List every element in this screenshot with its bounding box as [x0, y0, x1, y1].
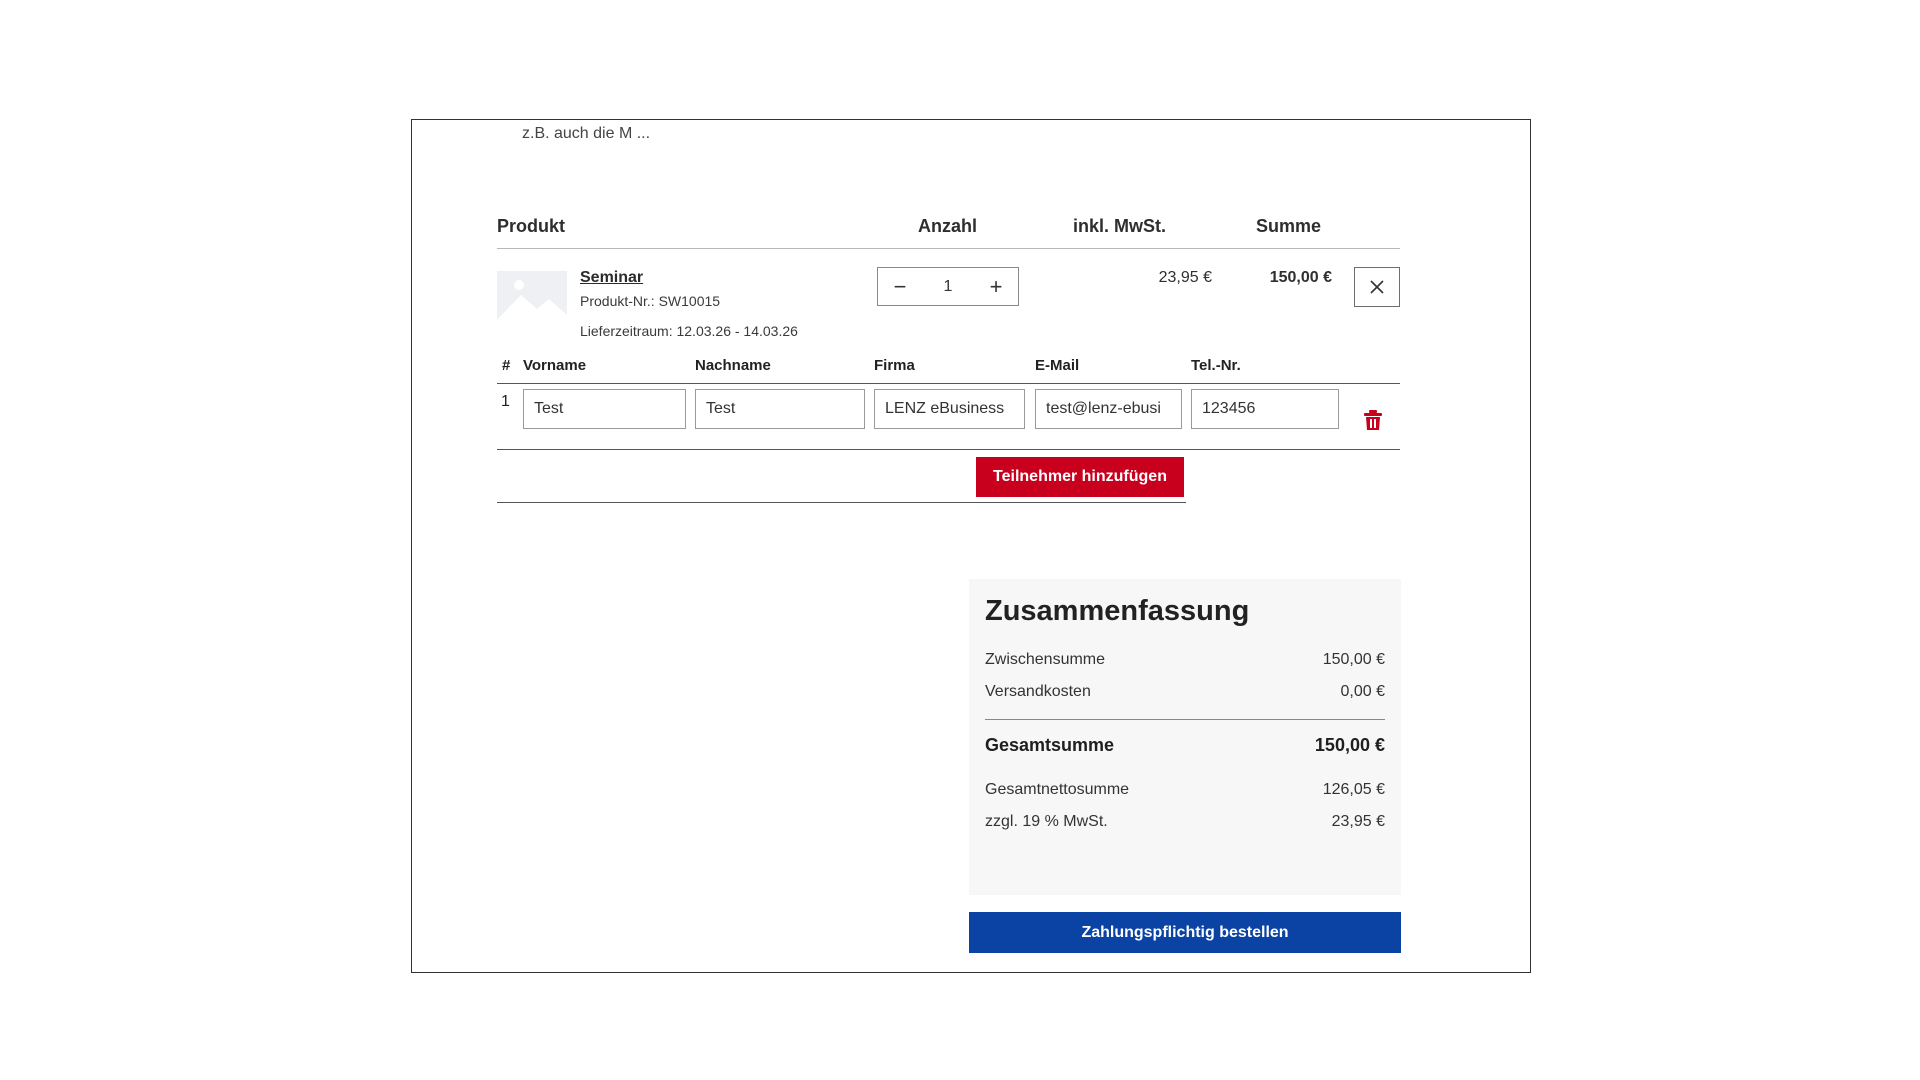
grand-total-label: Gesamtsumme: [985, 735, 1115, 755]
company-field[interactable]: [874, 389, 1025, 429]
close-icon: [1370, 280, 1384, 294]
participants-header-phone: Tel.-Nr.: [1191, 357, 1241, 374]
tax-label: zzgl. 19 % MwSt.: [985, 813, 1108, 830]
line-item-vat: 23,95 €: [1158, 269, 1212, 286]
summary-divider: [985, 719, 1385, 720]
net-total-label: Gesamtnettosumme: [985, 781, 1130, 798]
shipping-label: Versandkosten: [985, 683, 1091, 700]
place-order-button[interactable]: Zahlungspflichtig bestellen: [969, 912, 1401, 953]
email-field[interactable]: [1035, 389, 1182, 429]
product-delivery-period: Lieferzeitraum: 12.03.26 - 14.03.26: [580, 323, 798, 339]
last-name-field[interactable]: [695, 389, 865, 429]
participants-header-email: E-Mail: [1035, 357, 1080, 374]
trash-icon[interactable]: [1363, 409, 1383, 431]
truncated-description: z.B. auch die M ...: [522, 125, 651, 142]
participants-header-first-name: Vorname: [523, 357, 587, 374]
add-participant-button[interactable]: Teilnehmer hinzufügen: [976, 457, 1184, 497]
header-total: Summe: [1256, 216, 1322, 236]
cart-table-header: Produkt Anzahl inkl. MwSt. Summe: [497, 214, 1400, 249]
phone-field[interactable]: [1191, 389, 1339, 429]
header-product: Produkt: [497, 216, 566, 236]
participant-row: 1: [497, 383, 1400, 450]
remove-item-button[interactable]: [1354, 267, 1400, 307]
participants-header-number: #: [502, 357, 511, 374]
quantity-increase-button[interactable]: +: [974, 268, 1018, 305]
first-name-field[interactable]: [523, 389, 686, 429]
participants-header: # Vorname Nachname Firma E-Mail Tel.-Nr.: [497, 355, 1400, 384]
tax-value: 23,95 €: [1331, 813, 1385, 830]
quantity-decrease-button[interactable]: −: [878, 268, 922, 305]
line-item-total: 150,00 €: [1269, 269, 1332, 286]
participant-number: 1: [501, 393, 510, 410]
summary-title: Zusammenfassung: [985, 595, 1250, 627]
shipping-value: 0,00 €: [1340, 683, 1385, 700]
product-number: Produkt-Nr.: SW10015: [580, 293, 721, 309]
divider: [497, 502, 1186, 503]
quantity-value[interactable]: 1: [922, 278, 974, 296]
header-vat: inkl. MwSt.: [1073, 216, 1167, 236]
grand-total-value: 150,00 €: [1314, 735, 1385, 755]
header-quantity: Anzahl: [918, 216, 978, 236]
order-summary: Zusammenfassung Zwischensumme 150,00 € V…: [969, 579, 1401, 895]
image-placeholder-icon: [497, 271, 567, 320]
product-image-placeholder-icon[interactable]: [497, 271, 567, 320]
net-total-value: 126,05 €: [1322, 781, 1385, 798]
participants-header-last-name: Nachname: [695, 357, 771, 374]
product-name-link[interactable]: Seminar: [580, 269, 643, 287]
subtotal-label: Zwischensumme: [985, 651, 1106, 668]
subtotal-value: 150,00 €: [1322, 651, 1385, 668]
participants-header-company: Firma: [874, 357, 915, 374]
cart-page: z.B. auch die M ... Produkt Anzahl inkl.…: [411, 119, 1531, 973]
quantity-stepper: − 1 +: [877, 267, 1019, 306]
